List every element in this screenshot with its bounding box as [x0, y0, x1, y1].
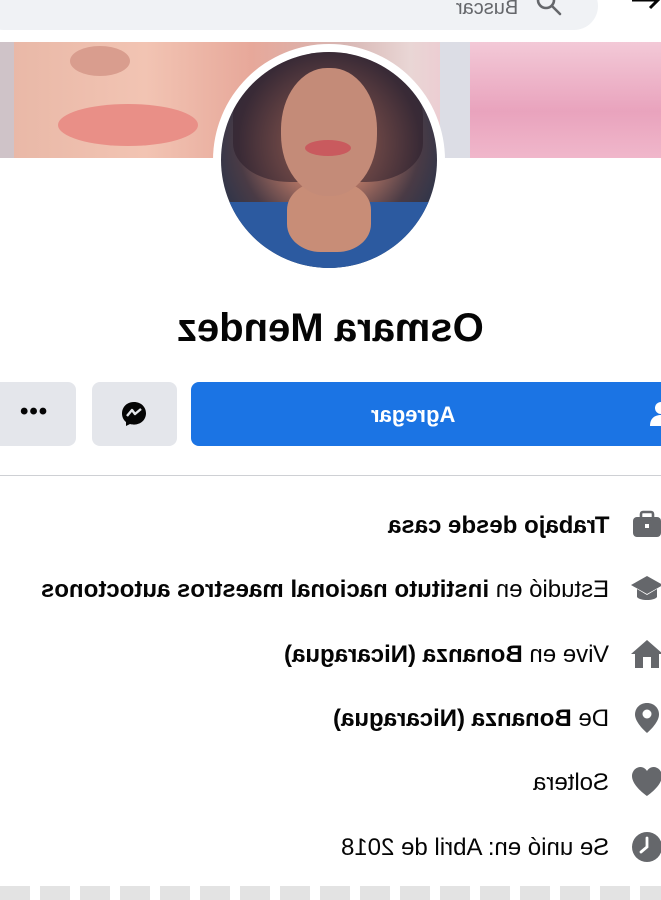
intro-text: Estudió en instituto nacional maestros a…	[40, 576, 609, 603]
profile-avatar[interactable]	[213, 44, 445, 276]
add-friend-button[interactable]: Agregar	[191, 382, 661, 446]
intro-row-work: Trabajo desde casa	[0, 506, 661, 546]
intro-row-relationship: Soltera	[0, 763, 661, 803]
top-bar: Buscar	[0, 0, 661, 42]
divider	[0, 475, 661, 476]
clock-icon	[632, 832, 661, 862]
avatar-photo	[221, 52, 437, 268]
cut-off-row	[0, 886, 661, 900]
back-arrow-icon[interactable]	[628, 0, 661, 18]
profile-name: Osmara Mendez	[0, 306, 661, 351]
search-icon	[536, 0, 562, 16]
intro-text: Trabajo desde casa	[387, 512, 609, 539]
intro-text: Soltera	[532, 769, 609, 796]
search-placeholder: Buscar	[455, 0, 518, 19]
location-pin-icon	[635, 703, 659, 733]
messenger-icon	[122, 402, 146, 426]
profile-name-text: Osmara Mendez	[177, 306, 484, 350]
intro-text: Se unió en: Abril de 2018	[340, 834, 609, 861]
intro-row-from: De Bonanza (Nicaragua)	[0, 699, 661, 739]
heart-icon	[632, 767, 661, 796]
more-options-icon: •••	[20, 398, 49, 425]
intro-text: De Bonanza (Nicaragua)	[332, 705, 609, 732]
home-icon	[631, 640, 661, 668]
briefcase-icon	[633, 510, 661, 537]
search-input[interactable]: Buscar	[0, 0, 598, 30]
intro-row-lives-in: Vive en Bonanza (Nicaragua)	[0, 635, 661, 675]
add-friend-label: Agregar	[371, 402, 456, 427]
intro-text: Vive en Bonanza (Nicaragua)	[283, 641, 609, 668]
add-friend-icon	[650, 402, 661, 426]
intro-row-education: Estudió en instituto nacional maestros a…	[0, 570, 661, 610]
more-options-button[interactable]: •••	[0, 382, 76, 446]
graduation-cap-icon	[631, 576, 661, 600]
message-button[interactable]	[92, 382, 177, 446]
intro-row-joined: Se unió en: Abril de 2018	[0, 828, 661, 868]
